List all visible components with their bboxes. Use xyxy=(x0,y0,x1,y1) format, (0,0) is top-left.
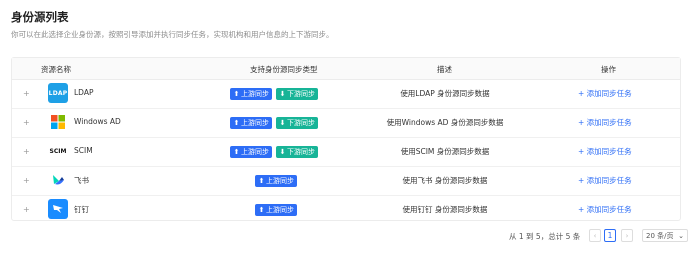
add-sync-task-link[interactable]: + 添加同步任务 xyxy=(578,117,632,128)
expand-row-button[interactable]: + xyxy=(23,205,30,214)
source-description: 使用飞书 身份源同步数据 xyxy=(402,176,488,185)
expand-row-button[interactable]: + xyxy=(23,89,30,98)
page-description: 你可以在此选择企业身份源，按照引导添加并执行同步任务，实现机构和用户信息的上下游… xyxy=(11,30,334,39)
table-row: + LDAP LDAP ⬆ 上游同步 ⬇ 下游同步 使用LDAP 身份源同步数据 +… xyxy=(12,80,680,109)
pagination-total: 从 1 到 5，总计 5 条 xyxy=(509,232,581,241)
source-description: 使用钉钉 身份源同步数据 xyxy=(402,205,488,214)
source-description: 使用Windows AD 身份源同步数据 xyxy=(386,118,504,127)
upstream-sync-badge: ⬆ 上游同步 xyxy=(230,146,272,158)
add-sync-task-link[interactable]: + 添加同步任务 xyxy=(578,175,632,186)
column-header-type: 支持身份源同步类型 xyxy=(250,65,318,74)
source-name: Windows AD xyxy=(74,117,121,126)
table-row: + 钉钉 ⬆ 上游同步 使用钉钉 身份源同步数据 + 添加同步任务 xyxy=(12,196,680,225)
arrow-up-icon: ⬆ xyxy=(233,119,240,127)
source-name: 钉钉 xyxy=(74,205,89,214)
sync-type-badges: ⬆ 上游同步 xyxy=(255,175,297,187)
table-row: + 飞书 ⬆ 上游同步 使用飞书 身份源同步数据 + 添加同步任务 xyxy=(12,167,680,196)
source-description: 使用SCIM 身份源同步数据 xyxy=(400,147,490,156)
page-size-select[interactable]: 20 条/页 ⌄ xyxy=(642,229,688,242)
prev-page-button[interactable]: ‹ xyxy=(589,229,601,242)
arrow-down-icon: ⬇ xyxy=(279,148,286,156)
downstream-sync-badge: ⬇ 下游同步 xyxy=(276,88,318,100)
arrow-down-icon: ⬇ xyxy=(279,90,286,98)
upstream-sync-badge: ⬆ 上游同步 xyxy=(230,117,272,129)
windows-logo-icon xyxy=(48,112,68,132)
table-row: + SCIM SCIM ⬆ 上游同步 ⬇ 下游同步 使用SCIM 身份源同步数据 +… xyxy=(12,138,680,167)
identity-source-table: 资源名称 支持身份源同步类型 描述 操作 + LDAP LDAP ⬆ 上游同步 ⬇… xyxy=(11,57,681,221)
upstream-sync-badge: ⬆ 上游同步 xyxy=(230,88,272,100)
source-description: 使用LDAP 身份源同步数据 xyxy=(400,89,490,98)
sync-type-badges: ⬆ 上游同步 xyxy=(255,204,297,216)
column-header-desc: 描述 xyxy=(437,65,452,74)
expand-row-button[interactable]: + xyxy=(23,176,30,185)
column-header-action: 操作 xyxy=(601,65,616,74)
dingtalk-logo-icon xyxy=(48,199,68,219)
arrow-up-icon: ⬆ xyxy=(258,177,265,185)
sync-type-badges: ⬆ 上游同步 ⬇ 下游同步 xyxy=(230,146,318,158)
chevron-down-icon: ⌄ xyxy=(678,231,684,240)
ldap-logo-icon: LDAP xyxy=(48,83,68,103)
source-name: SCIM xyxy=(74,146,93,155)
scim-logo-icon: SCIM xyxy=(48,141,68,161)
upstream-sync-badge: ⬆ 上游同步 xyxy=(255,204,297,216)
arrow-up-icon: ⬆ xyxy=(233,90,240,98)
add-sync-task-link[interactable]: + 添加同步任务 xyxy=(578,146,632,157)
upstream-sync-badge: ⬆ 上游同步 xyxy=(255,175,297,187)
arrow-down-icon: ⬇ xyxy=(279,119,286,127)
page-number-button[interactable]: 1 xyxy=(604,229,616,242)
downstream-sync-badge: ⬇ 下游同步 xyxy=(276,146,318,158)
next-page-button[interactable]: › xyxy=(621,229,633,242)
table-row: + Windows AD ⬆ 上游同步 ⬇ 下游同步 使用Windows AD 身份… xyxy=(12,109,680,138)
feishu-logo-icon xyxy=(48,170,68,190)
table-header: 资源名称 支持身份源同步类型 描述 操作 xyxy=(12,58,680,80)
add-sync-task-link[interactable]: + 添加同步任务 xyxy=(578,88,632,99)
expand-row-button[interactable]: + xyxy=(23,118,30,127)
add-sync-task-link[interactable]: + 添加同步任务 xyxy=(578,204,632,215)
sync-type-badges: ⬆ 上游同步 ⬇ 下游同步 xyxy=(230,117,318,129)
arrow-up-icon: ⬆ xyxy=(258,206,265,214)
source-name: 飞书 xyxy=(74,176,89,185)
column-header-name: 资源名称 xyxy=(41,65,71,74)
downstream-sync-badge: ⬇ 下游同步 xyxy=(276,117,318,129)
page-size-value: 20 条/页 xyxy=(646,231,674,240)
page-title: 身份源列表 xyxy=(11,10,69,24)
source-name: LDAP xyxy=(74,88,94,97)
sync-type-badges: ⬆ 上游同步 ⬇ 下游同步 xyxy=(230,88,318,100)
expand-row-button[interactable]: + xyxy=(23,147,30,156)
arrow-up-icon: ⬆ xyxy=(233,148,240,156)
